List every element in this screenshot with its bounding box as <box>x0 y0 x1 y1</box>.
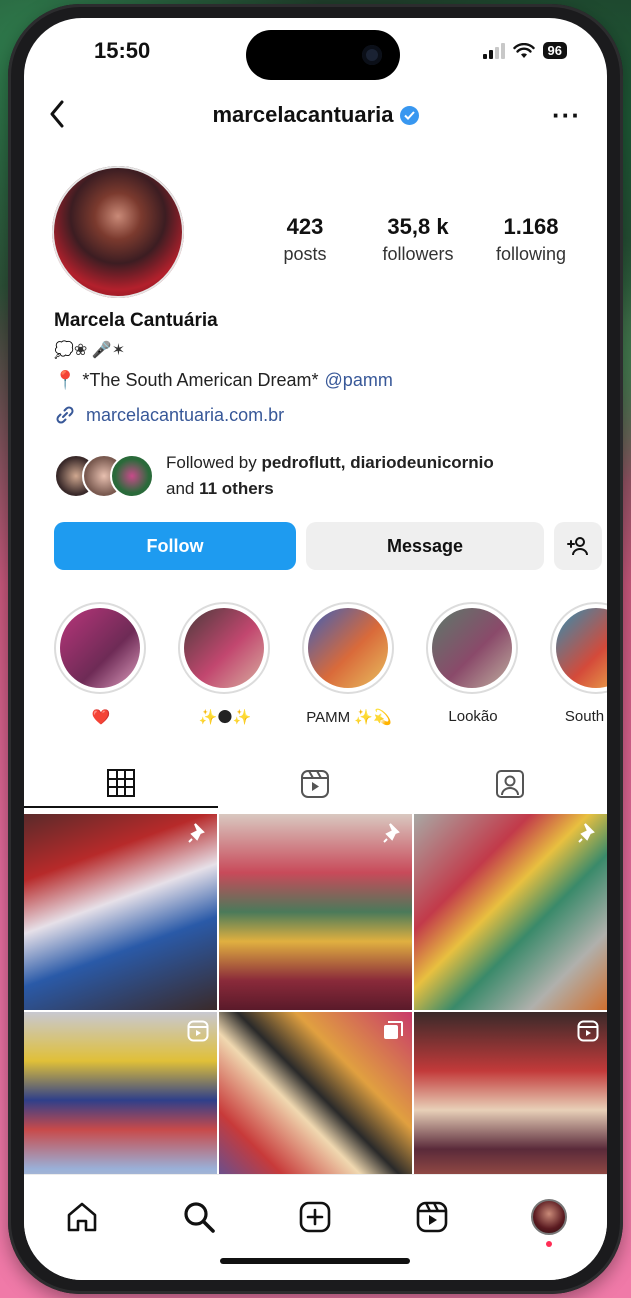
nav-home[interactable] <box>60 1195 104 1239</box>
camera-icon <box>362 45 382 65</box>
highlight-item[interactable]: ✨🌑✨ <box>178 602 272 726</box>
post-thumbnail[interactable] <box>414 814 607 1010</box>
nav-search[interactable] <box>177 1195 221 1239</box>
stat-following-value: 1.168 <box>503 214 559 239</box>
highlight-label: PAMM ✨💫 <box>306 709 392 726</box>
posts-grid <box>24 814 607 1208</box>
grid-icon <box>107 769 136 797</box>
bio-mention-link[interactable]: @pamm <box>325 370 393 391</box>
website-link[interactable]: marcelacantuaria.com.br <box>54 404 284 426</box>
tab-reels[interactable] <box>218 760 412 808</box>
profile-tabs <box>24 760 607 808</box>
stat-followers[interactable]: 35,8 k followers <box>363 214 473 265</box>
message-button[interactable]: Message <box>306 522 544 570</box>
bio-tagline: *The South American Dream* <box>82 370 319 390</box>
nav-create[interactable] <box>293 1195 337 1239</box>
avatar <box>530 1199 567 1235</box>
highlight-cover <box>308 608 388 688</box>
highlight-label: South am <box>564 708 607 725</box>
stat-posts-value: 423 <box>286 214 324 239</box>
suggest-user-button[interactable] <box>554 522 602 570</box>
followed-by-others: 11 others <box>199 479 274 498</box>
status-indicators: 96 <box>482 42 567 59</box>
profile-username: marcelacantuaria <box>212 102 394 127</box>
profile-header: marcelacantuaria <box>24 102 607 128</box>
link-icon <box>56 406 74 424</box>
reels-icon <box>301 769 330 798</box>
signal-icon <box>482 42 505 59</box>
highlight-label: ❤️ <box>91 709 111 726</box>
tab-tagged[interactable] <box>413 760 607 808</box>
stat-followers-label: followers <box>382 244 454 264</box>
highlight-item[interactable]: PAMM ✨💫 <box>302 602 396 726</box>
stat-followers-value: 35,8 k <box>387 214 449 239</box>
story-highlights: ❤️ ✨🌑✨ PAMM ✨💫 Lookão South am <box>54 602 607 732</box>
followed-by[interactable]: Followed by pedroflutt, diariodeunicorni… <box>54 450 494 502</box>
post-thumbnail[interactable] <box>24 814 217 1010</box>
highlight-item[interactable]: South am <box>550 602 607 725</box>
bio-line-1: 💭❀ 🎤✶ <box>54 342 126 359</box>
stat-following[interactable]: 1.168 following <box>476 214 586 265</box>
followed-by-prefix: Followed by <box>166 453 262 472</box>
post-thumbnail[interactable] <box>219 814 412 1010</box>
reels-icon <box>416 1201 448 1233</box>
highlight-item[interactable]: ❤️ <box>54 602 148 726</box>
plus-square-icon <box>300 1201 331 1233</box>
more-options-button[interactable]: ··· <box>552 100 581 131</box>
highlight-label: Lookão <box>448 708 498 725</box>
bottom-navigation <box>24 1174 607 1280</box>
pin-icon <box>578 823 595 843</box>
carousel-icon <box>384 1021 403 1039</box>
notification-dot <box>545 1241 552 1247</box>
home-icon <box>67 1202 97 1232</box>
highlight-item[interactable]: Lookão <box>426 602 520 725</box>
pin-emoji: 📍 <box>54 370 77 390</box>
reels-icon <box>577 1020 599 1042</box>
tagged-icon <box>495 769 524 798</box>
highlight-cover <box>556 608 607 688</box>
follow-button[interactable]: Follow <box>54 522 296 570</box>
avatar <box>110 454 154 498</box>
nav-reels[interactable] <box>410 1195 454 1239</box>
website-link-text: marcelacantuaria.com.br <box>86 404 285 425</box>
verified-badge-icon <box>399 105 419 125</box>
status-time: 15:50 <box>94 38 151 63</box>
nav-profile[interactable] <box>527 1195 571 1247</box>
followed-by-and: and <box>166 479 200 498</box>
highlight-cover <box>432 608 512 688</box>
reels-icon <box>187 1020 209 1042</box>
phone-frame: 15:50 96 marcelacantuaria ··· 423 posts … <box>8 4 623 1294</box>
battery-indicator: 96 <box>542 42 567 59</box>
add-user-icon <box>567 537 588 556</box>
stat-following-label: following <box>495 244 567 264</box>
pin-icon <box>188 823 205 843</box>
profile-stats: 423 posts 35,8 k followers 1.168 followi… <box>250 214 586 265</box>
highlight-cover <box>184 608 264 688</box>
highlight-cover <box>60 608 140 688</box>
home-indicator[interactable] <box>220 1258 410 1264</box>
highlight-label: ✨🌑✨ <box>198 709 252 726</box>
wifi-icon <box>512 42 535 58</box>
stat-posts-label: posts <box>283 244 327 264</box>
followed-by-avatars <box>54 454 154 498</box>
stat-posts[interactable]: 423 posts <box>250 214 360 265</box>
search-icon <box>184 1202 215 1233</box>
dynamic-island <box>246 30 400 80</box>
followed-by-names: pedroflutt, diariodeunicornio <box>261 453 494 472</box>
followed-by-text: Followed by pedroflutt, diariodeunicorni… <box>166 450 494 502</box>
profile-full-name: Marcela Cantuária <box>54 310 218 331</box>
app-screen: 15:50 96 marcelacantuaria ··· 423 posts … <box>24 18 607 1280</box>
profile-avatar[interactable] <box>52 166 184 298</box>
bio-line-2: 📍 *The South American Dream* @pamm <box>54 370 393 391</box>
tab-grid[interactable] <box>24 760 219 808</box>
pin-icon <box>383 823 400 843</box>
